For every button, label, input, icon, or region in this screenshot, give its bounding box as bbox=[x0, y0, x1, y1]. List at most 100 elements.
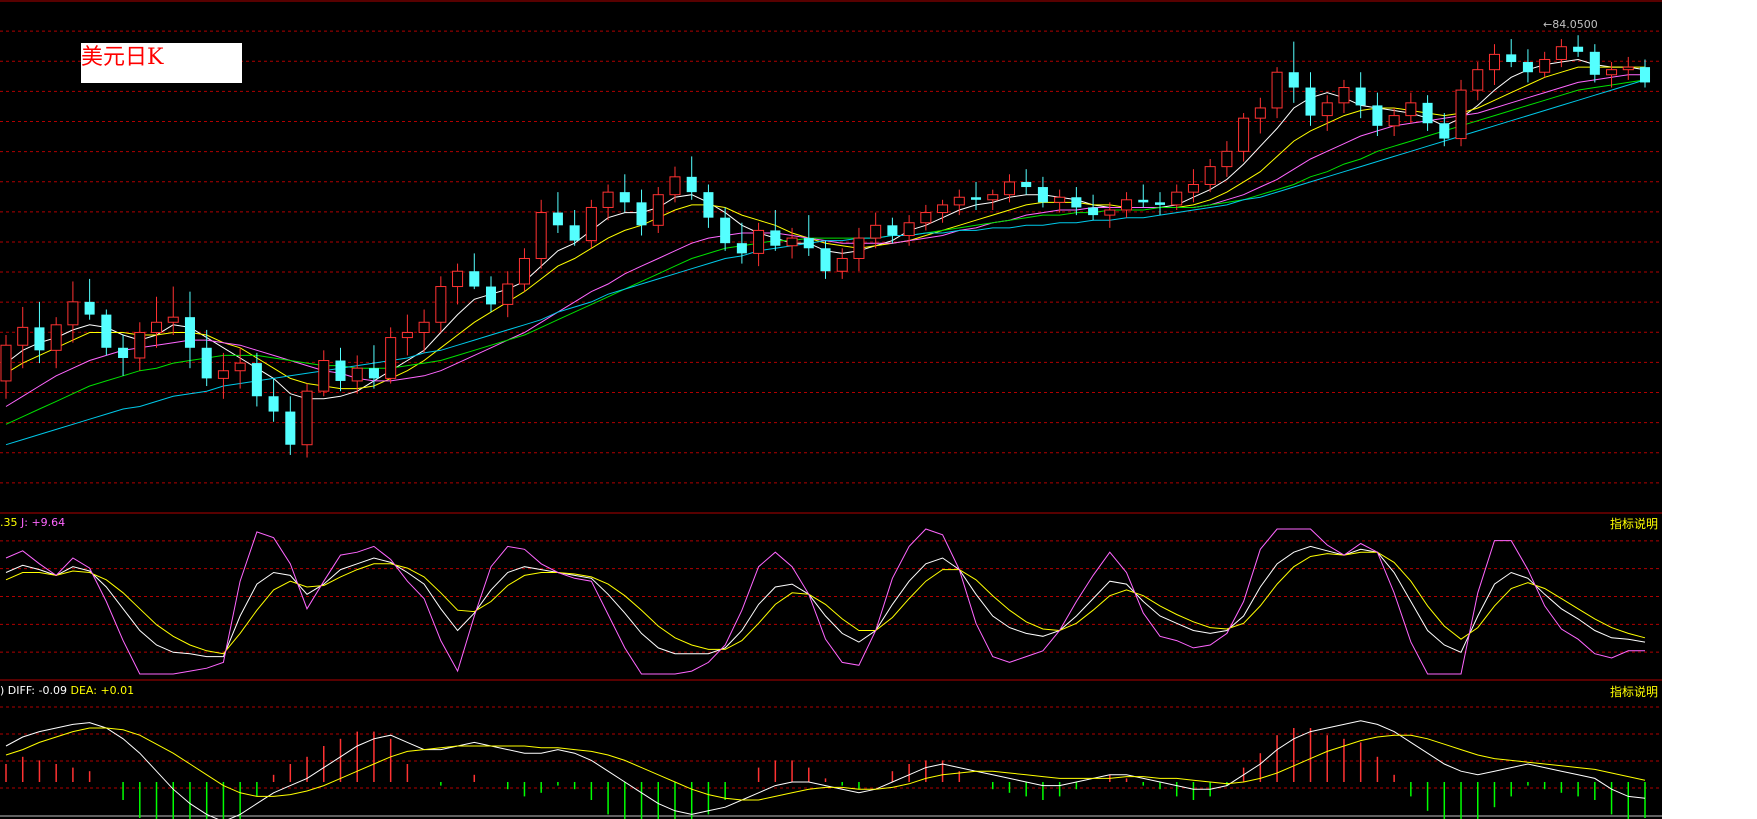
candle-body-down bbox=[1037, 187, 1048, 203]
candle-body-up bbox=[1321, 102, 1333, 117]
candle-body-down bbox=[1589, 51, 1600, 75]
candle-body-down bbox=[686, 176, 697, 193]
candle-body-up bbox=[1003, 181, 1015, 196]
candle-body-up bbox=[1204, 166, 1216, 185]
macd-diff-value: -0.09 bbox=[38, 684, 67, 697]
macd-diff-name: DIFF: bbox=[7, 684, 36, 697]
candle-body-up bbox=[134, 331, 146, 359]
macd-prefix: ) bbox=[0, 684, 5, 697]
candle-body-up bbox=[669, 176, 681, 196]
candle-body-up bbox=[502, 283, 514, 305]
candle-body-up bbox=[418, 321, 430, 333]
candle-body-up bbox=[1254, 107, 1266, 119]
candle-body-up bbox=[953, 196, 965, 206]
candle-body-up bbox=[1338, 87, 1350, 104]
candle-body-down bbox=[1138, 199, 1149, 203]
candle-body-down bbox=[1439, 123, 1450, 139]
candle-body-up bbox=[652, 194, 664, 226]
candle-body-down bbox=[803, 238, 814, 249]
candle-body-up bbox=[585, 206, 597, 242]
candle-body-down bbox=[201, 347, 212, 379]
candle-body-down bbox=[251, 363, 262, 397]
candle-body-up bbox=[385, 337, 397, 379]
candle-body-up bbox=[1271, 71, 1283, 109]
candle-body-up bbox=[435, 286, 447, 323]
candle-body-up bbox=[836, 257, 848, 272]
chart-root: 美元日K ←84.0500 .35 J: +9.64 指标说明 ) DIFF: … bbox=[0, 0, 1757, 819]
candle-body-up bbox=[50, 324, 62, 351]
candle-body-up bbox=[1238, 117, 1250, 152]
candle-body-up bbox=[67, 301, 79, 326]
candle-body-down bbox=[101, 314, 112, 348]
candle-body-up bbox=[401, 331, 413, 339]
candle-body-down bbox=[1021, 181, 1032, 188]
candle-body-up bbox=[786, 237, 798, 247]
chart-canvas bbox=[0, 0, 1662, 819]
candle-body-up bbox=[903, 222, 915, 237]
candle-body-up bbox=[987, 194, 999, 201]
candle-body-up bbox=[1472, 69, 1484, 91]
candle-body-down bbox=[1071, 197, 1082, 208]
candle-body-up bbox=[1606, 69, 1618, 76]
candle-body-down bbox=[469, 271, 480, 287]
kdj-help-button[interactable]: 指标说明 bbox=[1610, 515, 1658, 532]
candle-body-up bbox=[870, 224, 882, 239]
candle-body-down bbox=[720, 217, 731, 244]
max-price-tag: ←84.0500 bbox=[1543, 18, 1598, 31]
candle-body-down bbox=[887, 225, 898, 236]
chart-title-text: 美元日K bbox=[81, 45, 164, 70]
candle-body-down bbox=[184, 317, 195, 348]
candle-body-up bbox=[0, 344, 12, 382]
macd-dea-value: +0.01 bbox=[100, 684, 135, 697]
macd-help-label: 指标说明 bbox=[1610, 685, 1659, 699]
candle-body-up bbox=[1455, 89, 1467, 140]
candle-body-down bbox=[34, 327, 45, 351]
candle-body-down bbox=[1355, 87, 1366, 106]
candle-body-down bbox=[84, 301, 95, 315]
candle-body-down bbox=[1639, 67, 1651, 83]
candle-body-up bbox=[318, 360, 330, 392]
candle-body-down bbox=[1522, 62, 1533, 73]
candle-body-down bbox=[736, 243, 747, 254]
candle-body-up bbox=[301, 390, 313, 446]
candle-body-up bbox=[920, 212, 932, 224]
candle-body-up bbox=[151, 321, 163, 333]
candle-body-up bbox=[853, 237, 865, 259]
macd-legend: ) DIFF: -0.09 DEA: +0.01 bbox=[0, 684, 134, 697]
candle-body-up bbox=[167, 316, 179, 323]
candle-body-down bbox=[636, 202, 647, 226]
chart-title: 美元日K bbox=[81, 43, 242, 83]
candle-body-up bbox=[753, 229, 765, 254]
candle-body-down bbox=[368, 368, 379, 379]
candle-body-down bbox=[1154, 202, 1166, 205]
candle-body-down bbox=[1506, 54, 1517, 63]
kdj-prefix: .35 bbox=[0, 516, 18, 529]
candle-body-down bbox=[703, 192, 714, 218]
candle-body-up bbox=[351, 367, 363, 382]
candle-body-up bbox=[1187, 183, 1199, 193]
max-price-value: 84.0500 bbox=[1552, 18, 1598, 31]
candle-body-up bbox=[602, 191, 614, 208]
candle-body-up bbox=[1539, 58, 1551, 73]
candle-body-up bbox=[234, 362, 246, 372]
candle-body-down bbox=[485, 286, 497, 305]
candle-body-up bbox=[17, 326, 29, 346]
candle-body-up bbox=[1104, 209, 1116, 216]
candle-body-down bbox=[1372, 105, 1383, 126]
candle-body-up bbox=[1121, 199, 1133, 211]
candle-body-up bbox=[1622, 66, 1634, 71]
kdj-j-name: J: bbox=[21, 516, 28, 529]
right-side-blank bbox=[1662, 0, 1757, 819]
candle-body-down bbox=[335, 360, 346, 381]
candle-body-up bbox=[518, 257, 530, 285]
macd-help-button[interactable]: 指标说明 bbox=[1610, 683, 1658, 700]
candle-body-up bbox=[1555, 46, 1567, 60]
candle-body-up bbox=[1221, 150, 1233, 168]
kdj-legend: .35 J: +9.64 bbox=[0, 516, 65, 529]
candle-body-up bbox=[452, 270, 464, 288]
arrow-left-icon: ← bbox=[1543, 18, 1553, 31]
kdj-j-value: +9.64 bbox=[31, 516, 66, 529]
candle-body-down bbox=[1305, 87, 1316, 116]
candle-body-down bbox=[971, 197, 982, 200]
candle-body-up bbox=[1171, 191, 1183, 206]
